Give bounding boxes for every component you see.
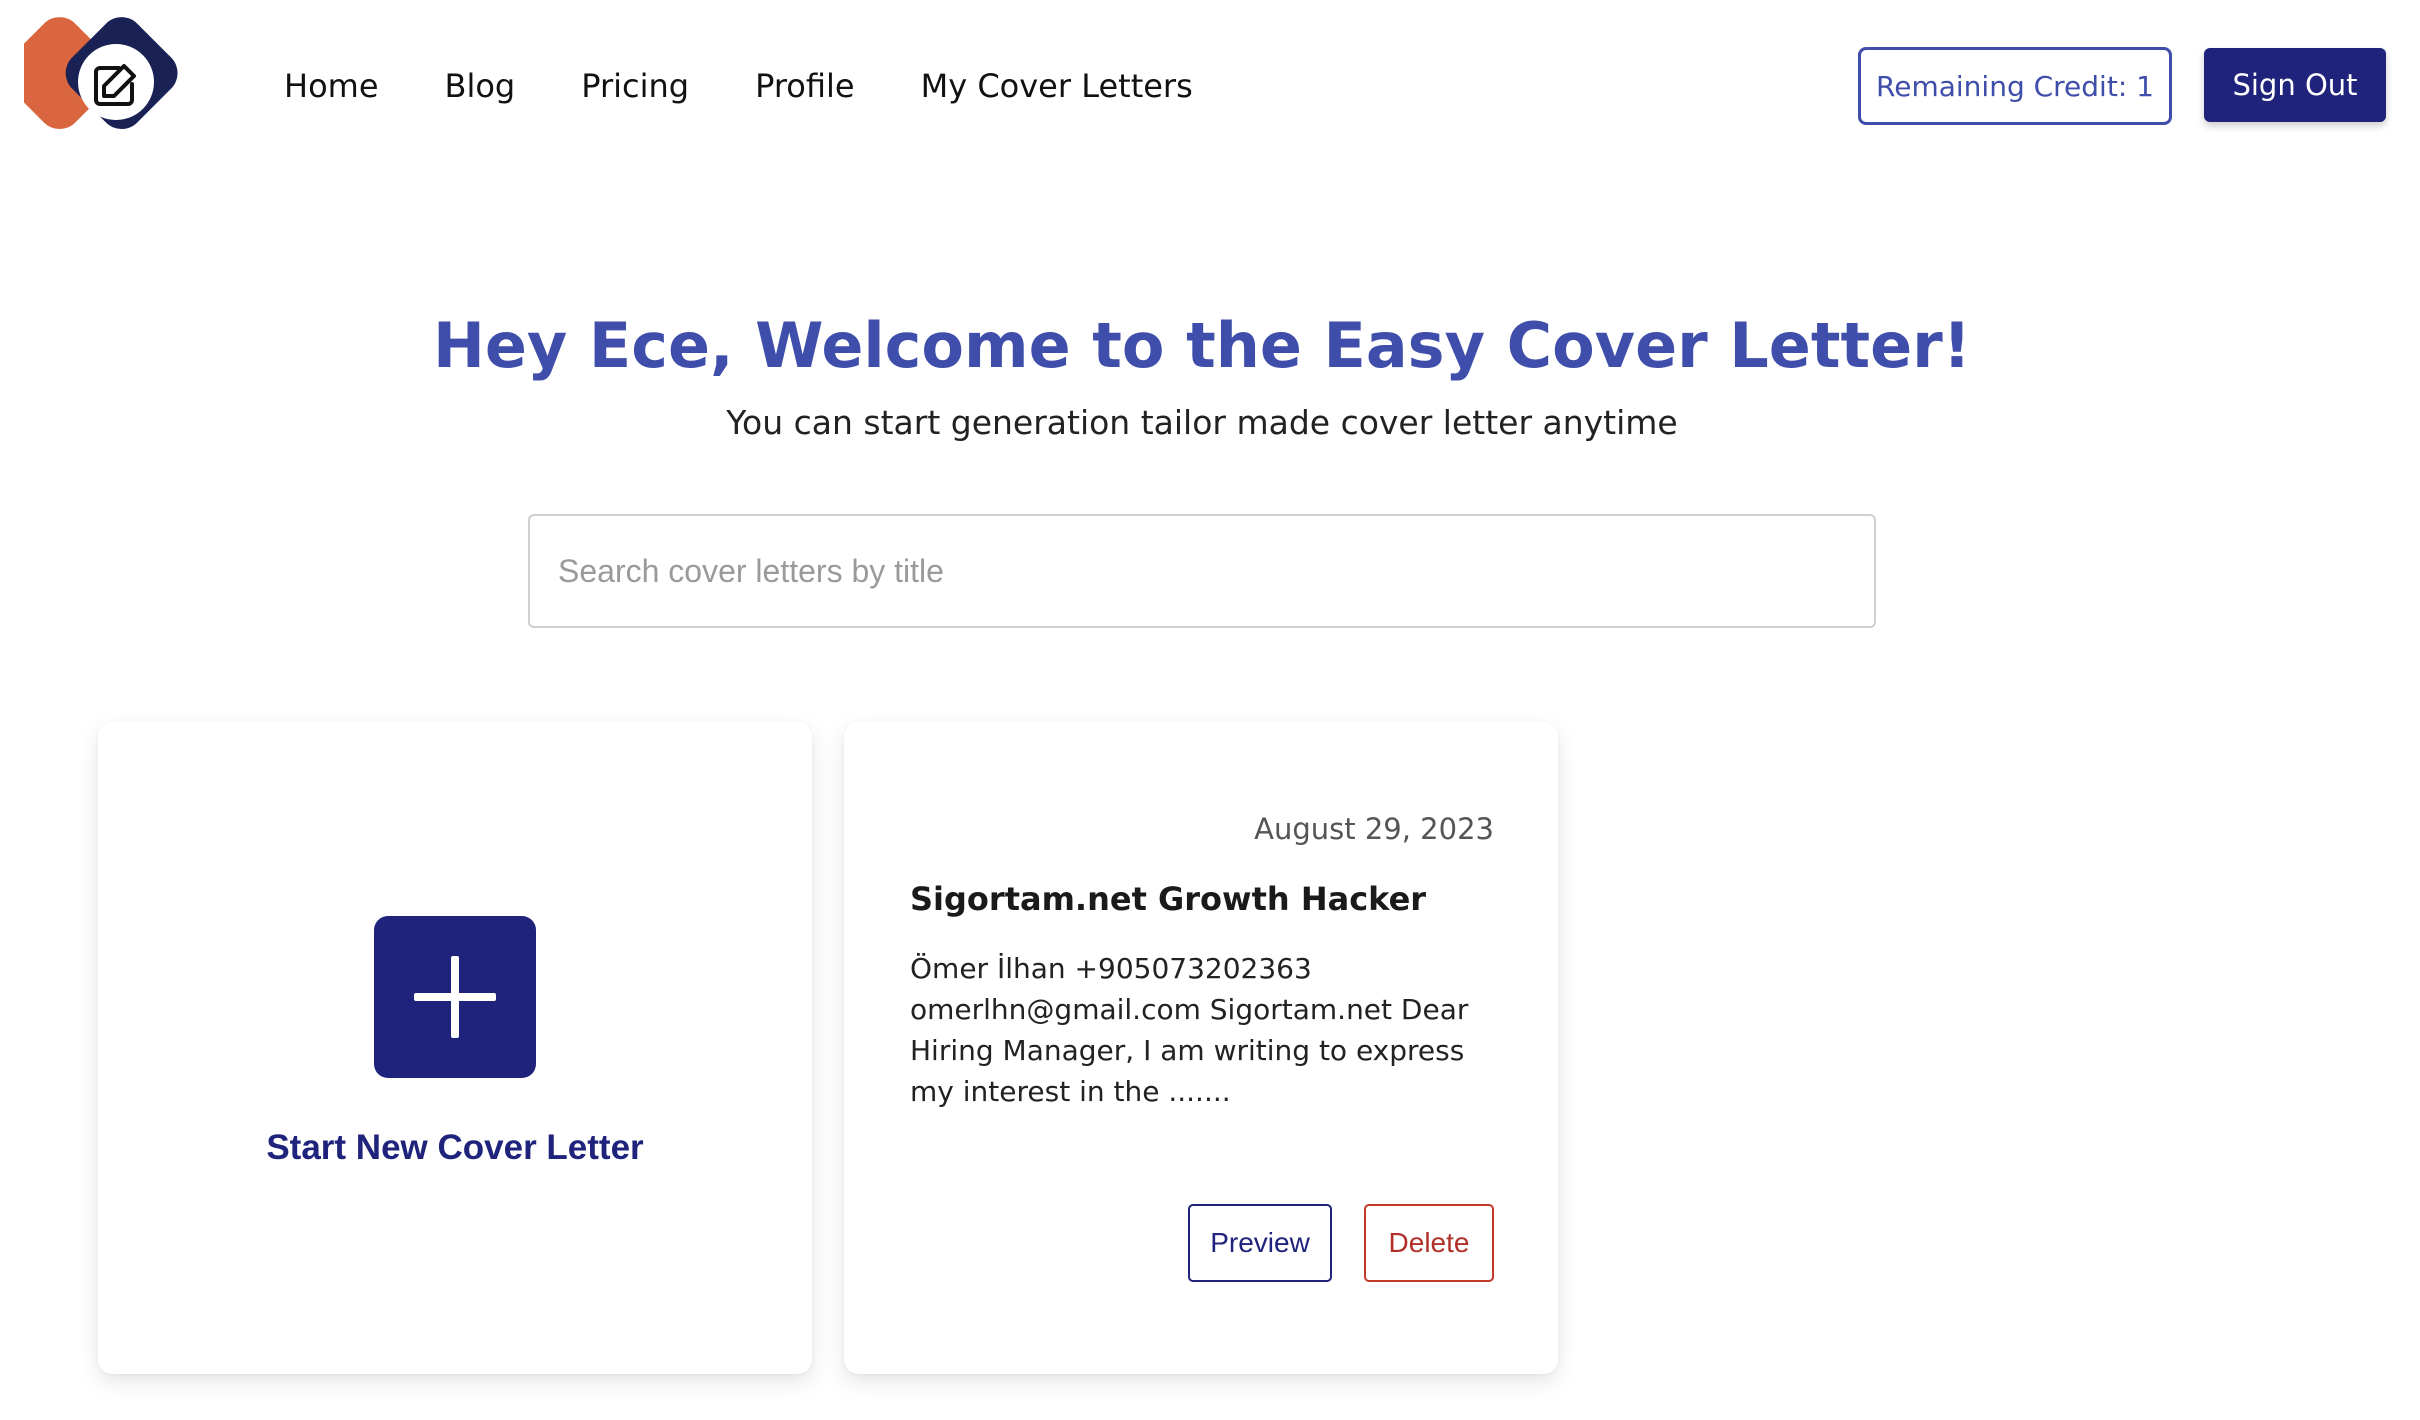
remaining-credit-button[interactable]: Remaining Credit: 1 xyxy=(1858,47,2172,125)
plus-icon[interactable] xyxy=(374,916,536,1078)
start-new-cover-letter-card[interactable]: Start New Cover Letter xyxy=(98,722,812,1374)
start-new-cover-letter-label[interactable]: Start New Cover Letter xyxy=(98,1128,812,1168)
search-input[interactable] xyxy=(528,514,1876,628)
top-navbar: Home Blog Pricing Profile My Cover Lette… xyxy=(0,0,2420,172)
delete-button[interactable]: Delete xyxy=(1364,1204,1494,1282)
sign-out-button[interactable]: Sign Out xyxy=(2204,48,2386,122)
app-logo[interactable] xyxy=(3,12,214,148)
letter-title: Sigortam.net Growth Hacker xyxy=(910,880,1427,918)
nav-home-link[interactable]: Home xyxy=(284,64,379,108)
letter-excerpt: Ömer İlhan +905073202363 omerlhn@gmail.c… xyxy=(910,952,1469,1108)
logo-icon xyxy=(3,17,178,130)
nav-profile-link[interactable]: Profile xyxy=(755,64,855,108)
letter-date: August 29, 2023 xyxy=(1254,812,1494,846)
welcome-subtitle: You can start generation tailor made cov… xyxy=(726,403,1678,442)
preview-button[interactable]: Preview xyxy=(1188,1204,1332,1282)
welcome-heading: Hey Ece, Welcome to the Easy Cover Lette… xyxy=(432,309,1972,382)
nav-blog-link[interactable]: Blog xyxy=(445,64,516,108)
cover-letter-card: August 29, 2023 Sigortam.net Growth Hack… xyxy=(844,722,1558,1374)
main-nav: Home Blog Pricing Profile My Cover Lette… xyxy=(284,64,1259,108)
nav-my-cover-letters-link[interactable]: My Cover Letters xyxy=(921,64,1193,108)
nav-pricing-link[interactable]: Pricing xyxy=(581,64,689,108)
